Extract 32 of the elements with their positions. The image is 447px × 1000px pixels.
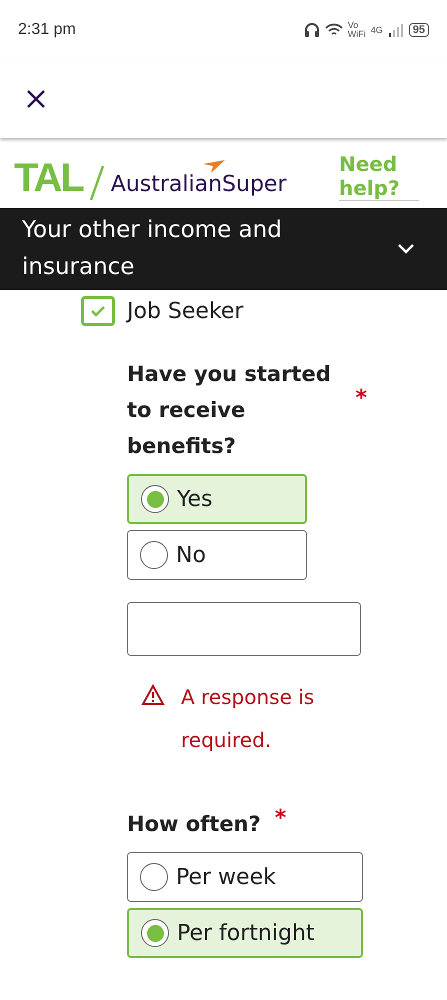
radio-button[interactable] — [141, 485, 169, 513]
network-label: 4G — [370, 25, 383, 35]
question-label: How often? — [127, 811, 261, 838]
plane-icon — [202, 160, 225, 174]
required-mark: * — [274, 806, 286, 833]
battery-level: 95 — [408, 23, 429, 37]
slash-icon — [88, 165, 105, 201]
section-title: Your other income and insurance — [22, 216, 283, 282]
input-field[interactable] — [127, 602, 361, 656]
logo-text: AustralianSuper — [110, 172, 287, 199]
signal-icon — [388, 23, 404, 37]
radio-option[interactable]: Per week — [127, 852, 363, 902]
checkmark-icon — [90, 305, 106, 317]
logo-text: TAL — [14, 156, 83, 201]
radio-option[interactable]: No — [127, 530, 307, 580]
radio-option[interactable]: Per fortnight — [127, 908, 363, 958]
radio-button[interactable] — [140, 863, 168, 891]
question-label: Have you started to receive benefits? — [127, 361, 332, 460]
headphones-icon — [304, 22, 320, 38]
radio-button[interactable] — [141, 919, 169, 947]
close-icon[interactable] — [26, 89, 46, 109]
radio-button[interactable] — [140, 541, 168, 569]
status-time: 2:31 pm — [18, 21, 76, 39]
radio-option[interactable]: Yes — [127, 474, 307, 524]
section-header[interactable]: Your other income and insurance — [0, 208, 447, 290]
required-mark: * — [355, 386, 367, 413]
error-message: A response is required. — [181, 684, 316, 754]
checkbox-label: Job Seeker — [127, 298, 244, 324]
wifi-icon — [324, 23, 343, 37]
vowifi-label: Vo WiFi — [348, 21, 366, 39]
checkbox[interactable] — [81, 296, 115, 326]
warning-icon — [141, 684, 165, 706]
